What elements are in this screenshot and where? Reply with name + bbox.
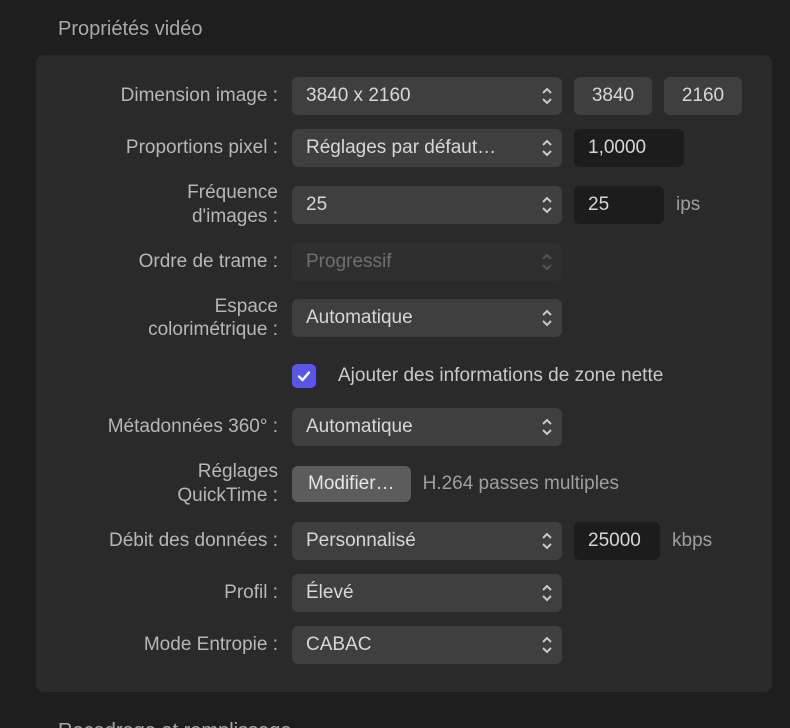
input-height[interactable]: 2160 <box>664 77 742 115</box>
select-entropy-value: CABAC <box>306 634 371 656</box>
video-properties-panel: Dimension image : 3840 x 2160 3840 2160 … <box>36 55 772 692</box>
select-entropy[interactable]: CABAC <box>292 626 562 664</box>
button-quicktime-modify[interactable]: Modifier… <box>292 466 411 502</box>
label-meta-360: Métadonnées 360° : <box>60 415 292 439</box>
select-meta-360-value: Automatique <box>306 416 413 438</box>
label-profile: Profil : <box>60 581 292 605</box>
label-pixel-aspect: Proportions pixel : <box>60 136 292 160</box>
select-data-rate-value: Personnalisé <box>306 530 416 552</box>
unit-fps: ips <box>676 194 700 216</box>
select-frame-rate-value: 25 <box>306 194 327 216</box>
input-pixel-aspect[interactable]: 1,0000 <box>574 129 684 167</box>
stepper-icon <box>540 583 554 603</box>
input-width[interactable]: 3840 <box>574 77 652 115</box>
label-clean-aperture: Ajouter des informations de zone nette <box>338 365 663 387</box>
label-color-space: Espace colorimétrique : <box>60 295 292 343</box>
select-field-order: Progressif <box>292 243 562 281</box>
stepper-icon <box>540 531 554 551</box>
stepper-icon <box>540 86 554 106</box>
stepper-icon <box>540 195 554 215</box>
section-title-video-properties: Propriétés vidéo <box>58 18 772 41</box>
section-title-crop-fill: Recadrage et remplissage <box>58 720 772 728</box>
select-profile[interactable]: Élevé <box>292 574 562 612</box>
stepper-icon <box>540 635 554 655</box>
label-data-rate: Débit des données : <box>60 529 292 553</box>
select-profile-value: Élevé <box>306 582 354 604</box>
checkbox-clean-aperture[interactable] <box>292 364 316 388</box>
label-field-order: Ordre de trame : <box>60 250 292 274</box>
select-image-dimension-value: 3840 x 2160 <box>306 85 411 107</box>
select-color-space[interactable]: Automatique <box>292 299 562 337</box>
label-quicktime: Réglages QuickTime : <box>60 460 292 508</box>
stepper-icon <box>540 417 554 437</box>
input-data-rate[interactable]: 25000 <box>574 522 660 560</box>
select-field-order-value: Progressif <box>306 251 392 273</box>
label-image-dimension: Dimension image : <box>60 84 292 108</box>
stepper-icon <box>540 308 554 328</box>
stepper-icon <box>540 138 554 158</box>
select-data-rate[interactable]: Personnalisé <box>292 522 562 560</box>
select-image-dimension[interactable]: 3840 x 2160 <box>292 77 562 115</box>
select-color-space-value: Automatique <box>306 307 413 329</box>
select-pixel-aspect-value: Réglages par défaut… <box>306 137 496 159</box>
select-meta-360[interactable]: Automatique <box>292 408 562 446</box>
stepper-icon <box>540 252 554 272</box>
input-frame-rate[interactable]: 25 <box>574 186 664 224</box>
label-frame-rate: Fréquence d'images : <box>60 181 292 229</box>
quicktime-description: H.264 passes multiples <box>423 473 619 495</box>
select-pixel-aspect[interactable]: Réglages par défaut… <box>292 129 562 167</box>
unit-kbps: kbps <box>672 530 712 552</box>
select-frame-rate[interactable]: 25 <box>292 186 562 224</box>
label-entropy: Mode Entropie : <box>60 633 292 657</box>
